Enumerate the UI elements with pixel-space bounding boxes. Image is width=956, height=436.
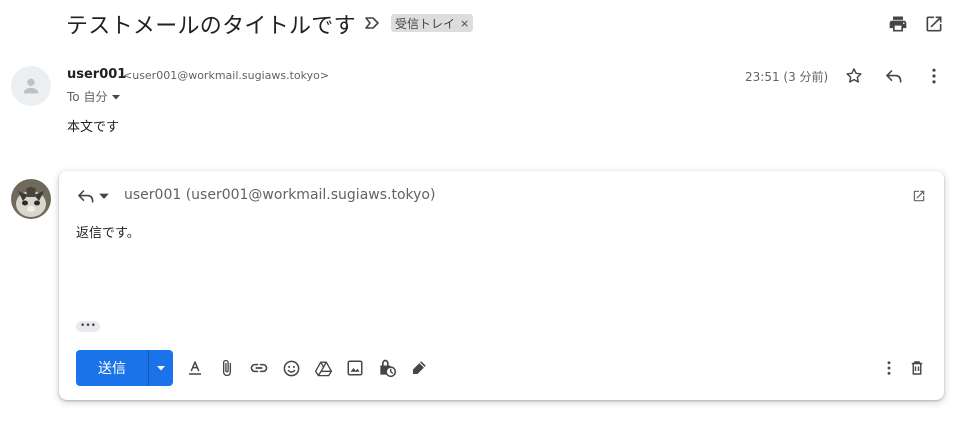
more-options-icon[interactable] xyxy=(878,357,900,379)
formatting-icon[interactable] xyxy=(184,357,206,379)
reply-recipient[interactable]: user001 (user001@workmail.sugiaws.tokyo) xyxy=(124,187,435,203)
delete-icon[interactable] xyxy=(906,357,928,379)
message-body: 本文です xyxy=(67,120,120,135)
reply-type-selector[interactable] xyxy=(76,186,110,206)
label-arrow-icon[interactable] xyxy=(364,16,380,30)
default-avatar-icon[interactable] xyxy=(11,66,51,106)
reply-icon xyxy=(76,186,96,206)
star-icon[interactable] xyxy=(843,65,865,87)
print-icon[interactable] xyxy=(886,12,910,36)
open-in-new-window-icon[interactable] xyxy=(922,12,946,36)
attach-icon[interactable] xyxy=(216,357,238,379)
user-avatar[interactable] xyxy=(11,179,51,219)
show-trimmed-content-button[interactable]: ••• xyxy=(76,321,100,332)
popout-icon[interactable] xyxy=(910,187,928,205)
remove-label-button[interactable]: × xyxy=(460,17,469,30)
drive-icon[interactable] xyxy=(312,357,334,379)
link-icon[interactable] xyxy=(248,357,270,379)
send-button-group: 送信 xyxy=(76,350,173,386)
sender-email: <user001@workmail.sugiaws.tokyo> xyxy=(123,69,330,82)
inbox-label-text: 受信トレイ xyxy=(395,16,456,31)
more-vert-icon[interactable] xyxy=(923,65,945,87)
message-timestamp: 23:51 (3 分前) xyxy=(745,70,829,84)
arrow-drop-down-icon xyxy=(157,366,165,371)
recipient-details-toggle[interactable]: To 自分 xyxy=(67,88,121,105)
confidential-icon[interactable] xyxy=(376,357,398,379)
signature-icon[interactable] xyxy=(408,357,430,379)
emoji-icon[interactable] xyxy=(280,357,302,379)
send-button[interactable]: 送信 xyxy=(76,350,148,386)
reply-body-editor[interactable]: 返信です。 xyxy=(76,222,140,241)
arrow-drop-down-icon xyxy=(98,190,110,202)
send-options-button[interactable] xyxy=(148,350,173,386)
inbox-label-chip[interactable]: 受信トレイ × xyxy=(391,14,474,32)
photo-icon[interactable] xyxy=(344,357,366,379)
to-line-text: To 自分 xyxy=(67,90,108,104)
sender-name: user001 xyxy=(67,67,127,82)
email-subject: テストメールのタイトルです xyxy=(66,14,356,39)
chevron-down-icon xyxy=(111,92,121,102)
reply-icon[interactable] xyxy=(883,65,905,87)
